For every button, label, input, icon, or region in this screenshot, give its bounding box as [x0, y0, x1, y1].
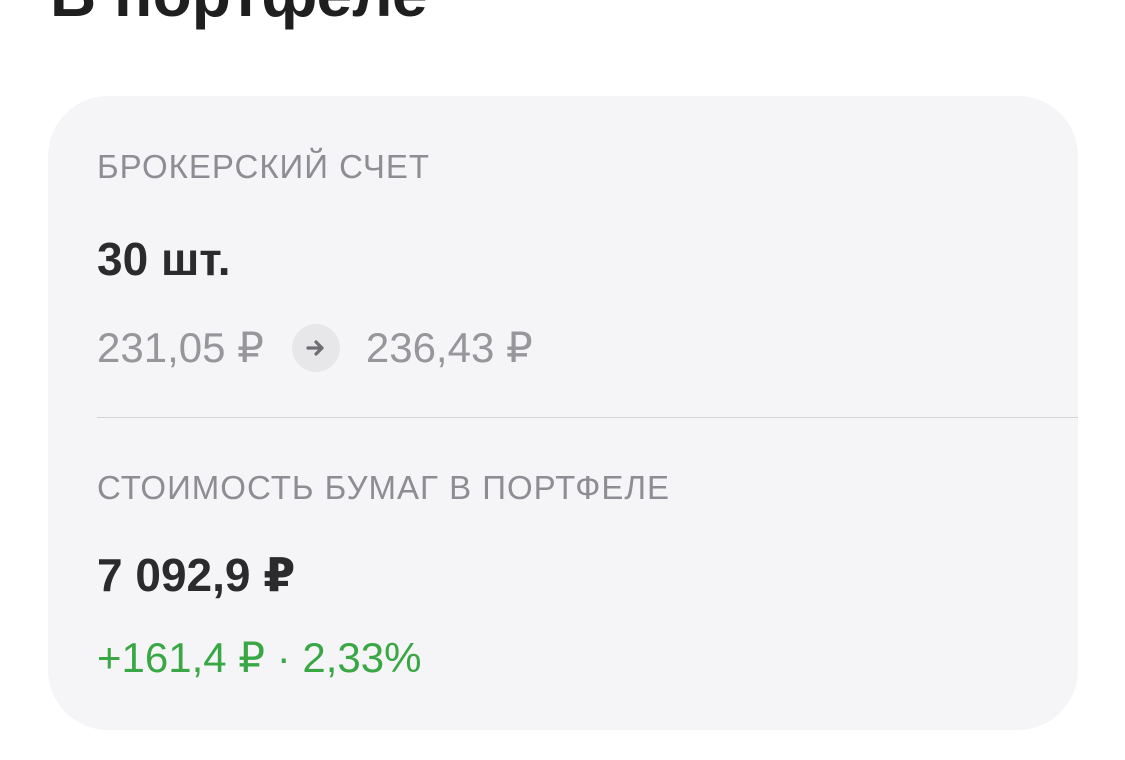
price-from: 231,05 ₽: [97, 324, 264, 371]
account-label: БРОКЕРСКИЙ СЧЕТ: [97, 148, 431, 185]
arrow-right-icon: [291, 324, 340, 372]
portfolio-value-label: СТОИМОСТЬ БУМАГ В ПОРТФЕЛЕ: [97, 469, 670, 506]
portfolio-screen: В портфеле БРОКЕРСКИЙ СЧЕТ 30 шт. 231,05…: [0, 0, 1125, 760]
portfolio-card: БРОКЕРСКИЙ СЧЕТ 30 шт. 231,05 ₽ 236,43 ₽…: [48, 96, 1078, 730]
price-to: 236,43 ₽: [365, 324, 533, 371]
price-change-row: 231,05 ₽ 236,43 ₽: [97, 324, 533, 372]
divider: [97, 417, 1078, 418]
portfolio-total-value: 7 092,9 ₽: [97, 549, 296, 601]
profit-change: +161,4 ₽ · 2,33%: [97, 634, 422, 681]
section-title: В портфеле: [50, 0, 428, 26]
quantity-value: 30 шт.: [97, 233, 231, 285]
